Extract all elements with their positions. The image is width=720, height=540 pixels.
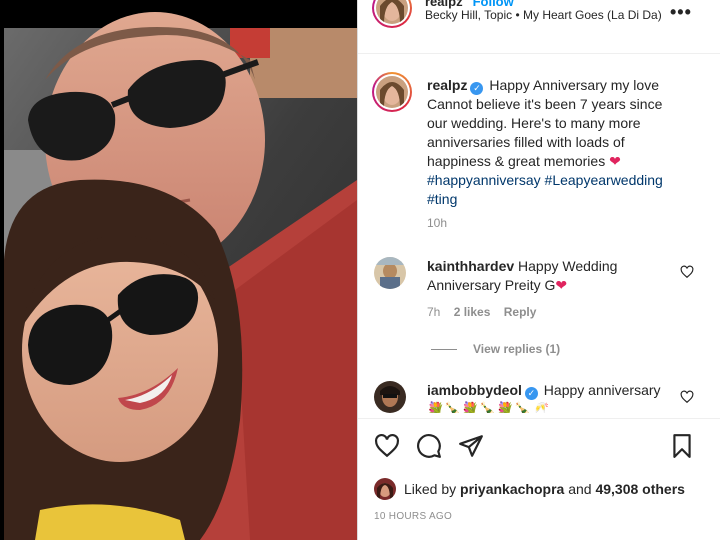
post-header: realpz Follow Becky Hill, Topic • My Hear…	[358, 0, 720, 54]
share-icon[interactable]	[458, 433, 484, 459]
comment-text: Happy anniversary	[543, 382, 661, 398]
comment-username[interactable]: kainthhardev	[427, 258, 514, 274]
verified-badge-icon: ✓	[524, 387, 538, 400]
commenter-avatar[interactable]	[374, 381, 406, 413]
hashtag-link[interactable]: #ting	[427, 191, 457, 207]
heart-icon[interactable]	[374, 433, 400, 459]
commenter-avatar[interactable]	[374, 257, 406, 289]
caption-time: 10h	[427, 216, 448, 230]
caption-avatar	[376, 76, 408, 108]
heart-emoji: ❤	[609, 153, 621, 169]
post-caption: realpz ✓ Happy Anniversary my love Cannot…	[427, 76, 682, 209]
more-options-icon[interactable]: •••	[670, 2, 692, 23]
liked-by: Liked by priyankachopra and 49,308 other…	[404, 481, 685, 497]
author-avatar-ring[interactable]	[372, 0, 412, 28]
comment-likes[interactable]: 2 likes	[454, 305, 491, 319]
comment-heart-icon[interactable]	[680, 265, 694, 279]
replies-divider	[431, 349, 457, 351]
view-replies-button[interactable]: View replies (1)	[431, 342, 560, 356]
liked-by-prefix: Liked by	[404, 481, 457, 497]
comment: iambobbydeol ✓ Happy anniversary 💐🍾💐🍾💐🍾🥂	[427, 381, 677, 413]
comment-username[interactable]: iambobbydeol	[427, 382, 522, 398]
bouquet-emoji: 💐🍾💐🍾💐🍾🥂	[427, 401, 550, 413]
post-photo[interactable]	[0, 0, 357, 540]
comment-icon[interactable]	[416, 433, 442, 459]
hashtag-link[interactable]: #happyanniversay	[427, 172, 541, 188]
post-actions: Liked by priyankachopra and 49,308 other…	[358, 418, 720, 540]
post-timestamp: 10 HOURS AGO	[374, 511, 453, 522]
caption-username[interactable]: realpz	[427, 77, 467, 93]
liked-by-and: and	[568, 481, 592, 497]
post-photo-image	[0, 0, 357, 540]
verified-badge-icon: ✓	[470, 82, 484, 95]
liker-avatar[interactable]	[374, 478, 396, 500]
bookmark-icon[interactable]	[669, 433, 695, 459]
caption-avatar-ring[interactable]	[372, 72, 412, 112]
comment-meta: 7h 2 likes Reply	[427, 305, 546, 319]
reply-button[interactable]: Reply	[504, 305, 537, 319]
hashtag-link[interactable]: #Leapyearwedding	[545, 172, 663, 188]
comment: kainthhardev Happy Wedding Anniversary P…	[427, 257, 677, 295]
comment-time: 7h	[427, 305, 441, 319]
post-detail-panel: realpz Follow Becky Hill, Topic • My Hear…	[357, 0, 720, 540]
heart-emoji: ❤	[555, 277, 568, 293]
liked-by-user[interactable]: priyankachopra	[460, 481, 564, 497]
liked-by-count[interactable]: 49,308 others	[595, 481, 685, 497]
comment-heart-icon[interactable]	[680, 390, 694, 404]
music-info[interactable]: Becky Hill, Topic • My Heart Goes (La Di…	[425, 7, 665, 24]
view-replies-label: View replies (1)	[473, 342, 561, 356]
